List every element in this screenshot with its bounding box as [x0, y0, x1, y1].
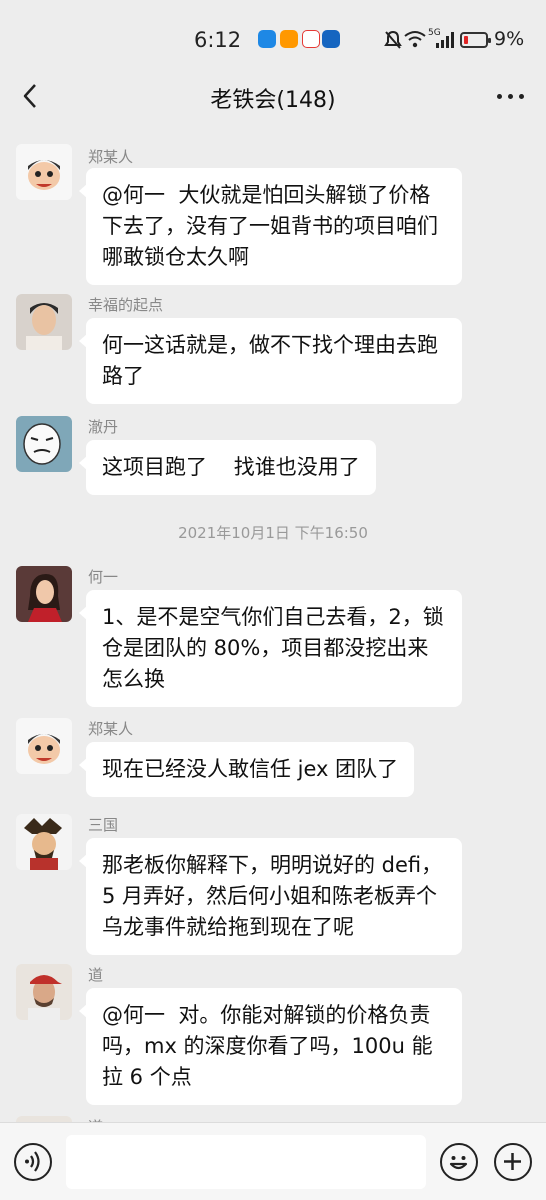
smiley-icon [449, 1156, 468, 1170]
app-notification-icon [322, 30, 340, 48]
woman-photo-avatar[interactable] [16, 566, 72, 622]
plus-icon [504, 1153, 521, 1170]
sender-name: 道 [88, 966, 104, 984]
message-bubble[interactable]: @何一 大伙就是怕回头解锁了价格下去了，没有了一姐背书的项目咱们哪敢锁仓太久啊 [79, 168, 462, 285]
voice-wave-icon [25, 1151, 40, 1172]
sender-name: 郑某人 [88, 148, 134, 166]
more-dot-icon [496, 93, 502, 99]
status-time: 6:12 [194, 28, 242, 52]
message-bubble[interactable]: 何一这话就是，做不下找个理由去跑路了 [79, 318, 462, 404]
message-input[interactable] [66, 1135, 426, 1189]
warrior-avatar[interactable] [16, 814, 72, 870]
more-options-button[interactable] [488, 78, 532, 114]
emoji-button[interactable] [440, 1143, 478, 1181]
cartoon-face-avatar[interactable] [16, 718, 72, 774]
chat-title: 老铁会(148) [210, 88, 336, 113]
meme-face-avatar[interactable] [16, 416, 72, 472]
sender-name: 澈丹 [88, 418, 119, 436]
cartoon-face-avatar[interactable] [16, 144, 72, 200]
mute-bell-icon [384, 30, 402, 49]
more-dot-icon [507, 93, 513, 99]
video-app-icon [280, 30, 298, 48]
voice-button[interactable] [14, 1143, 52, 1181]
message-bubble[interactable]: 这项目跑了 找谁也没用了 [79, 440, 376, 495]
more-dot-icon [518, 93, 524, 99]
message-bubble[interactable]: 那老板你解释下，明明说好的 defi，5 月弄好，然后何小姐和陈老板弄个乌龙事件… [79, 838, 462, 955]
signal-icon [436, 32, 454, 48]
message-list[interactable]: 郑某人 @何一 大伙就是怕回头解锁了价格下去了，没有了一姐背书的项目咱们哪敢锁仓… [0, 130, 546, 1122]
sender-name: 何一 [88, 568, 119, 586]
battery-percent: 9% [494, 28, 525, 50]
wifi-icon [404, 31, 426, 48]
timestamp: 2021年10月1日 下午16:50 [178, 524, 368, 542]
app-notification-icon [258, 30, 276, 48]
message-bubble[interactable]: @何一 对。你能对解锁的价格负责吗，mx 的深度你看了吗，100u 能拉 6 个… [79, 988, 462, 1105]
input-bar [0, 1122, 546, 1200]
man-cap-avatar[interactable] [16, 964, 72, 1020]
more-actions-button[interactable] [494, 1143, 532, 1181]
sender-name: 郑某人 [88, 720, 134, 738]
sender-name: 幸福的起点 [88, 296, 164, 314]
chat-header: 老铁会(148) [0, 62, 546, 130]
battery-level [464, 36, 468, 44]
battery-icon [460, 32, 491, 48]
message-bubble[interactable]: 现在已经没人敢信任 jex 团队了 [78, 742, 415, 797]
sender-name: 三国 [88, 816, 119, 834]
man-photo-avatar[interactable] [16, 294, 72, 350]
message-bubble[interactable]: 1、是不是空气你们自己去看，2，锁仓是团队的 80%，项目都没挖出来怎么换 [79, 590, 462, 707]
app-notification-icon [302, 30, 320, 48]
